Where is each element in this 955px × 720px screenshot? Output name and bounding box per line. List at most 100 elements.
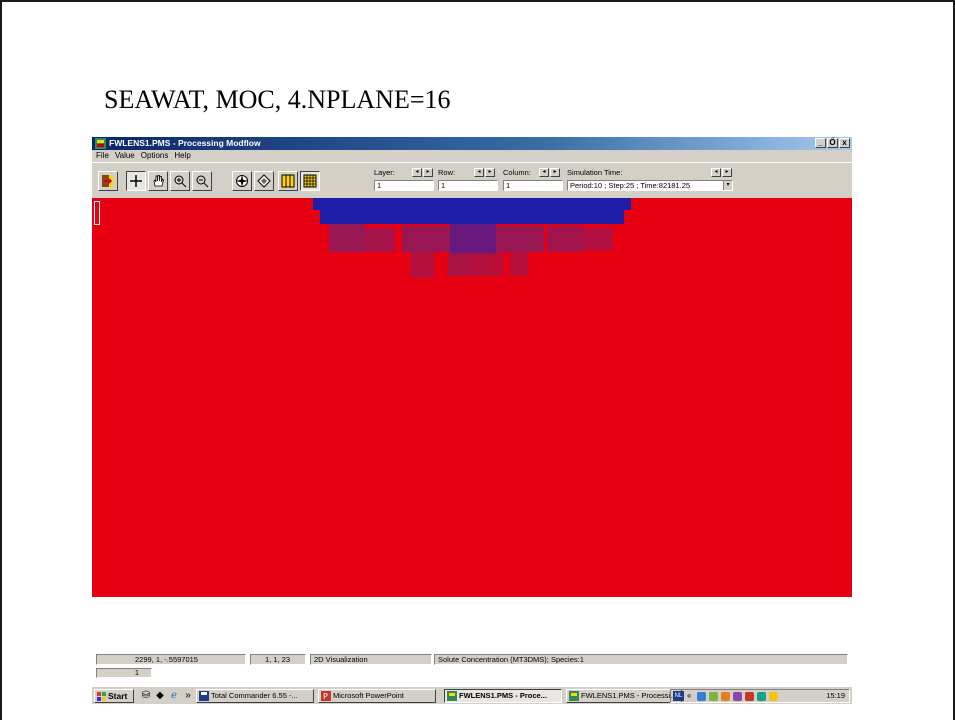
task-label: Microsoft PowerPoint bbox=[333, 691, 404, 700]
row-label: Row: bbox=[438, 168, 456, 177]
sim-time-next-button[interactable]: ▸ bbox=[722, 168, 732, 177]
status-bar: 2299, 1, -.5597015 1, 1, 23 2D Visualiza… bbox=[96, 654, 848, 665]
mix-cell bbox=[583, 228, 613, 250]
task-modflow-active[interactable]: FWLENS1.PMS - Proce... bbox=[444, 689, 562, 703]
layer-next-button[interactable]: ▸ bbox=[423, 168, 433, 177]
sync-icon[interactable] bbox=[733, 692, 742, 701]
quicklaunch-more-chevron[interactable]: » bbox=[182, 690, 194, 702]
svg-text:P: P bbox=[323, 692, 328, 701]
sim-time-value: Period:10 ; Step:25 ; Time:82181.25 bbox=[570, 181, 691, 190]
restore-button[interactable]: Ő bbox=[827, 138, 838, 148]
task-modflow[interactable]: FWLENS1.PMS - Processi... bbox=[566, 689, 682, 703]
slide-title: SEAWAT, MOC, 4.NPLANE=16 bbox=[104, 85, 451, 114]
column-next-button[interactable]: ▸ bbox=[550, 168, 560, 177]
layer-input[interactable]: 1 bbox=[374, 180, 434, 191]
status-cell: 1, 1, 23 bbox=[250, 654, 306, 665]
lens-top-band bbox=[313, 198, 631, 210]
modflow-app-icon bbox=[569, 691, 579, 701]
status-secondary: 1 bbox=[96, 668, 152, 678]
column-label: Column: bbox=[503, 168, 531, 177]
column-prev-button[interactable]: ◂ bbox=[539, 168, 549, 177]
window-controls: _ Ő x bbox=[815, 138, 850, 148]
sim-time-select[interactable]: Period:10 ; Step:25 ; Time:82181.25 ▾ bbox=[567, 180, 733, 191]
task-label: FWLENS1.PMS - Proce... bbox=[459, 691, 547, 700]
zoom-out-icon bbox=[196, 175, 209, 188]
plume-overlay bbox=[313, 198, 631, 278]
sim-time-prev-button[interactable]: ◂ bbox=[711, 168, 721, 177]
status-coords: 2299, 1, -.5597015 bbox=[96, 654, 246, 665]
exit-door-icon bbox=[102, 175, 113, 187]
menu-bar: File Value Options Help bbox=[92, 150, 852, 162]
mix-cell bbox=[547, 226, 583, 252]
mix-cell bbox=[365, 228, 395, 252]
compass-icon bbox=[236, 175, 248, 187]
lens-band-2 bbox=[320, 210, 624, 224]
tray-expand-chevron[interactable]: « bbox=[687, 690, 691, 702]
row-input[interactable]: 1 bbox=[438, 180, 498, 191]
task-total-commander[interactable]: Total Commander 6.55 -... bbox=[196, 689, 314, 703]
title-bar[interactable]: FWLENS1.PMS - Processing Modflow _ Ő x bbox=[92, 137, 852, 150]
antivirus-icon[interactable] bbox=[709, 692, 718, 701]
close-button[interactable]: x bbox=[839, 138, 850, 148]
quicklaunch-desktop-icon[interactable]: ⛁ bbox=[140, 690, 152, 702]
finger-cell bbox=[410, 252, 434, 278]
layer-label: Layer: bbox=[374, 168, 395, 177]
menu-options[interactable]: Options bbox=[141, 150, 169, 162]
wireless-icon[interactable] bbox=[757, 692, 766, 701]
status-mode: 2D Visualization bbox=[310, 654, 432, 665]
dropdown-arrow-icon[interactable]: ▾ bbox=[723, 181, 732, 190]
quicklaunch-ie-icon[interactable]: ℯ bbox=[168, 690, 180, 702]
finger-cell bbox=[490, 252, 504, 276]
hand-icon bbox=[153, 175, 164, 187]
row-next-button[interactable]: ▸ bbox=[485, 168, 495, 177]
finger-cell bbox=[510, 252, 528, 276]
pan-tool[interactable] bbox=[148, 171, 168, 191]
row-prev-button[interactable]: ◂ bbox=[474, 168, 484, 177]
start-label: Start bbox=[108, 691, 128, 701]
zoom-in-tool[interactable] bbox=[170, 171, 190, 191]
task-label: Total Commander 6.55 -... bbox=[211, 691, 298, 700]
quicklaunch-diamond-icon[interactable]: ◆ bbox=[154, 690, 166, 702]
concentration-view[interactable] bbox=[92, 198, 852, 597]
task-label: FWLENS1.PMS - Processi... bbox=[581, 691, 677, 700]
menu-value[interactable]: Value bbox=[115, 150, 135, 162]
battery-icon[interactable] bbox=[769, 692, 778, 701]
app-window: FWLENS1.PMS - Processing Modflow _ Ő x F… bbox=[92, 137, 852, 597]
exit-button[interactable] bbox=[98, 171, 118, 191]
mix-cell bbox=[450, 224, 496, 254]
network-icon[interactable] bbox=[697, 692, 706, 701]
layer-prev-button[interactable]: ◂ bbox=[412, 168, 422, 177]
crosshair-icon bbox=[130, 175, 142, 187]
tray-clock: 15:19 bbox=[826, 691, 845, 700]
system-tray: NL « 15:19 bbox=[670, 689, 850, 703]
minimize-button[interactable]: _ bbox=[815, 138, 826, 148]
mix-cell bbox=[496, 226, 544, 252]
save-disk-icon bbox=[199, 691, 209, 701]
task-powerpoint[interactable]: P Microsoft PowerPoint bbox=[318, 689, 436, 703]
zoom-out-tool[interactable] bbox=[192, 171, 212, 191]
start-button[interactable]: Start bbox=[94, 689, 134, 703]
printer-icon[interactable] bbox=[721, 692, 730, 701]
diamond-icon bbox=[257, 174, 271, 188]
column-input[interactable]: 1 bbox=[503, 180, 563, 191]
language-indicator[interactable]: NL bbox=[673, 691, 684, 701]
status-quantity: Solute Concentration (MT3DMS); Species:1 bbox=[434, 654, 848, 665]
column-view-button[interactable] bbox=[278, 171, 298, 191]
security-icon[interactable] bbox=[745, 692, 754, 701]
menu-help[interactable]: Help bbox=[174, 150, 190, 162]
taskbar: Start ⛁ ◆ ℯ » Total Commander 6.55 -... … bbox=[92, 686, 852, 704]
columns-icon bbox=[281, 174, 295, 188]
modflow-app-icon bbox=[447, 691, 457, 701]
menu-file[interactable]: File bbox=[96, 150, 109, 162]
mix-cell bbox=[402, 226, 450, 252]
zoom-in-icon bbox=[174, 175, 187, 188]
navigate-button[interactable] bbox=[232, 171, 252, 191]
powerpoint-icon: P bbox=[321, 691, 331, 701]
crosshair-tool[interactable] bbox=[126, 171, 146, 191]
window-title: FWLENS1.PMS - Processing Modflow bbox=[109, 138, 261, 148]
center-button[interactable] bbox=[254, 171, 274, 191]
app-icon bbox=[95, 138, 106, 149]
grid-view-button[interactable] bbox=[300, 171, 320, 191]
finger-cell bbox=[448, 252, 470, 276]
toolbar: Layer: ◂ ▸ 1 Row: ◂ ▸ 1 Column: ◂ ▸ 1 Si… bbox=[92, 162, 852, 198]
